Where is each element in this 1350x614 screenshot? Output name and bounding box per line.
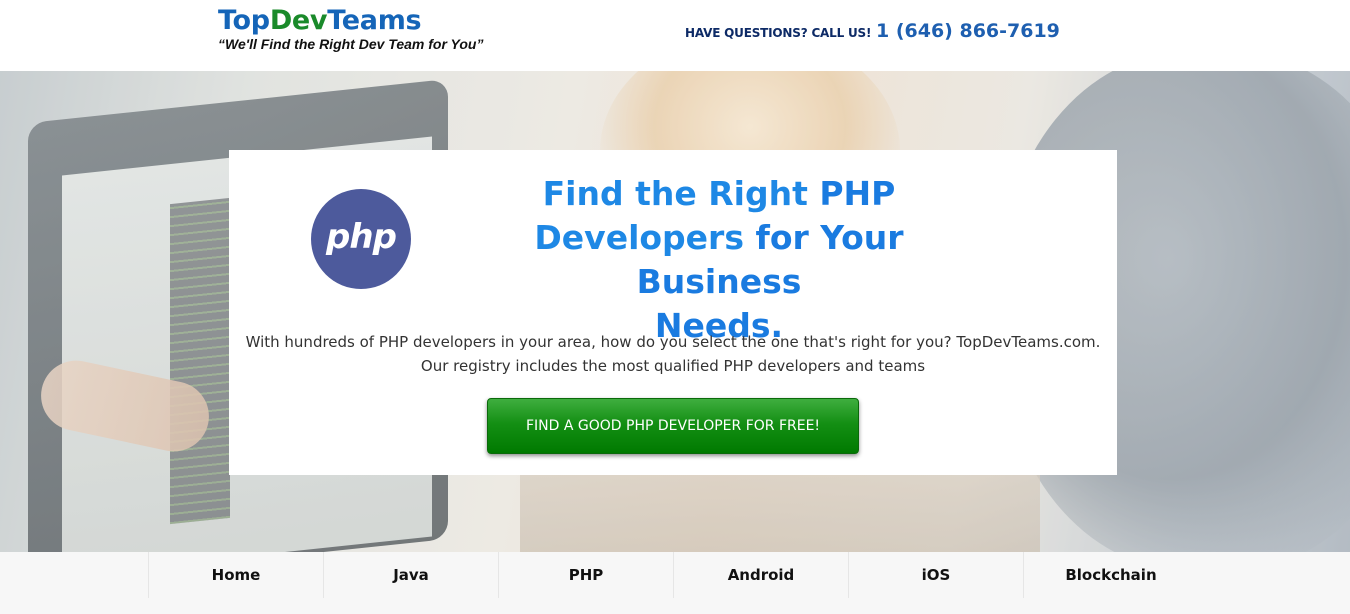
phone-number[interactable]: 1 (646) 866-7619 xyxy=(876,20,1060,42)
find-developer-button[interactable]: FIND A GOOD PHP DEVELOPER FOR FREE! xyxy=(487,398,859,454)
hero-description-line1: With hundreds of PHP developers in your … xyxy=(245,333,1101,351)
headline-line2-normal: Developers xyxy=(534,218,756,257)
site-tagline: “We'll Find the Right Dev Team for You” xyxy=(218,36,484,52)
hero-banner: php Find the Right PHP Developers for Yo… xyxy=(0,71,1350,552)
nav-item-android[interactable]: Android xyxy=(673,552,848,598)
call-us-label: HAVE QUESTIONS? CALL US! xyxy=(685,26,872,40)
nav-item-blockchain[interactable]: Blockchain xyxy=(1023,552,1198,598)
site-header: TopDevTeams “We'll Find the Right Dev Te… xyxy=(0,0,1350,71)
nav-item-home[interactable]: Home xyxy=(148,552,323,598)
php-logo-icon: php xyxy=(311,189,411,289)
php-logo-text: php xyxy=(326,217,397,257)
nav-item-ios[interactable]: iOS xyxy=(848,552,1023,598)
logo-part-dev: Dev xyxy=(269,5,328,36)
hero-headline: Find the Right PHP Developers for Your B… xyxy=(459,172,979,348)
hero-description-line2: Our registry includes the most qualified… xyxy=(420,357,926,375)
headline-line1-bold: PHP xyxy=(819,174,896,213)
headline-line1-normal: Find the Right xyxy=(542,174,820,213)
nav-item-php[interactable]: PHP xyxy=(498,552,673,598)
hero-card: php Find the Right PHP Developers for Yo… xyxy=(229,150,1117,475)
logo-part-top: Top xyxy=(218,5,270,36)
site-logo[interactable]: TopDevTeams xyxy=(218,4,422,38)
logo-part-teams: Teams xyxy=(327,5,422,36)
hero-description: With hundreds of PHP developers in your … xyxy=(229,330,1117,378)
nav-item-java[interactable]: Java xyxy=(323,552,498,598)
main-nav: Home Java PHP Android iOS Blockchain xyxy=(0,552,1350,614)
